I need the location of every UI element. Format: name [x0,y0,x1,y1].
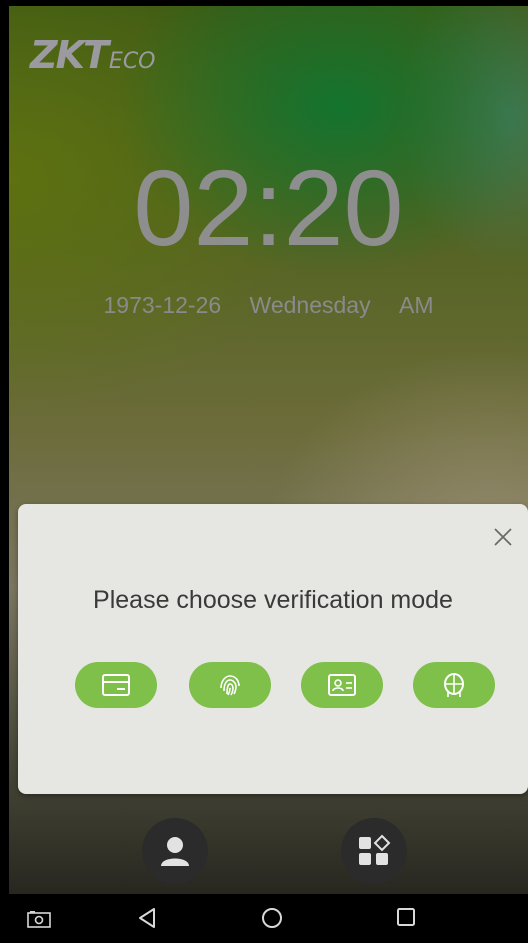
verification-modes [66,662,496,708]
system-navbar [9,894,528,943]
face-mode-button[interactable] [413,662,495,708]
date-row: 1973-12-26 Wednesday AM [9,292,528,319]
recents-button[interactable] [395,906,417,928]
date-label: 1973-12-26 [103,292,222,318]
apps-icon [359,834,391,865]
id-card-mode-button[interactable] [301,662,383,708]
meridiem-label: AM [398,292,434,318]
camera-button[interactable] [27,910,51,928]
user-icon [161,837,189,866]
brand-logo: ZKTECO [30,33,156,77]
home-button[interactable] [260,906,284,930]
weekday-label: Wednesday [249,292,371,318]
dialog-prompt: Please choose verification mode [93,586,453,614]
face-icon [444,673,464,697]
user-button[interactable] [142,818,208,884]
fingerprint-mode-button[interactable] [189,662,271,708]
recents-icon [397,908,415,926]
card-mode-button[interactable] [75,662,157,708]
clock-time: 02:20 [133,147,404,268]
close-button[interactable] [490,524,516,550]
home-icon [262,908,282,928]
close-icon [494,528,512,546]
id-card-icon [328,674,356,696]
verification-dialog: Please choose verification mode [18,504,528,794]
card-icon [102,674,130,696]
lock-screen: ZKTECO 02:20 1973-12-26 Wednesday AM Ple… [9,6,528,943]
back-icon [139,908,155,928]
camera-icon [27,911,51,928]
back-button[interactable] [136,906,158,930]
menu-button[interactable] [341,818,407,884]
fingerprint-icon [220,675,240,696]
